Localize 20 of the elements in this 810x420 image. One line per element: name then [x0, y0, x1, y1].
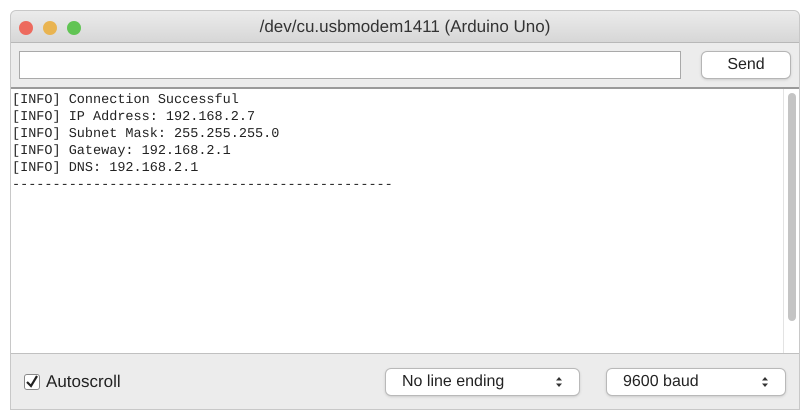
dropdown[interactable]: No line ending: [385, 368, 580, 396]
console-line: [INFO] Subnet Mask: 255.255.255.0: [12, 126, 280, 143]
console-line: [INFO] Connection Successful: [12, 92, 239, 109]
zoom-button[interactable]: [67, 21, 81, 35]
dropdown[interactable]: 9600 baud: [606, 368, 786, 396]
console-line: [INFO] Gateway: 192.168.2.1: [12, 143, 231, 160]
console-line: -----------------------------------------------: [12, 177, 393, 194]
checkmark-icon: [25, 374, 39, 388]
console-line: [INFO] DNS: 192.168.2.1: [12, 160, 198, 177]
console-line: [INFO] IP Address: 192.168.2.7: [12, 109, 256, 126]
close-button[interactable]: [19, 21, 33, 35]
updown-arrows-icon: [761, 376, 769, 388]
window-title: /dev/cu.usbmodem1411 (Arduino Uno): [260, 16, 550, 38]
updown-arrows-icon: [555, 376, 563, 388]
input-field[interactable]: [19, 51, 681, 79]
scrollbar-thumb[interactable]: [788, 93, 796, 321]
checkbox[interactable]: [24, 374, 40, 390]
send-button[interactable]: Send: [701, 51, 791, 79]
checkbox-label: Autoscroll: [46, 370, 121, 393]
minimize-button[interactable]: [43, 21, 57, 35]
